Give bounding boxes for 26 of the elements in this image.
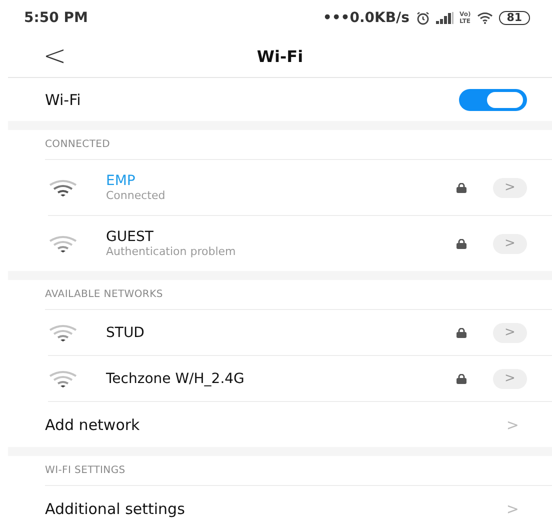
- wifi-signal-icon: [48, 234, 78, 252]
- section-header: WI-FI SETTINGS: [45, 465, 126, 476]
- section-header: CONNECTED: [45, 139, 110, 150]
- network-status: Connected: [106, 189, 166, 202]
- setting-label: Wi-Fi: [45, 90, 82, 108]
- network-speed: •••0.0KB/s: [322, 10, 410, 26]
- page-title: Wi-Fi: [256, 46, 304, 66]
- wifi-status-icon: [476, 12, 493, 24]
- chevron-icon: >: [506, 500, 519, 518]
- menu-item[interactable]: Additional settings: [45, 500, 506, 518]
- wifi-signal-icon: [48, 370, 78, 388]
- cell-signal-icon: [436, 12, 454, 24]
- menu-item[interactable]: Add network: [45, 416, 506, 434]
- clock-time: 5:50 PM: [24, 10, 88, 26]
- wifi-signal-icon: [48, 324, 78, 342]
- network-name[interactable]: Techzone W/H_2.4G: [106, 370, 456, 386]
- section-header: AVAILABLE NETWORKS: [45, 289, 163, 300]
- network-name[interactable]: GUEST: [106, 229, 456, 245]
- chevron-icon: >: [506, 416, 519, 434]
- alarm-clock-icon: [416, 10, 430, 24]
- back-button[interactable]: <: [43, 42, 66, 70]
- battery-indicator: 81: [498, 10, 530, 24]
- wifi-signal-icon: [48, 178, 78, 196]
- wifi-toggle[interactable]: [459, 88, 527, 110]
- network-status: Authentication problem: [106, 245, 237, 258]
- network-name[interactable]: STUD: [106, 324, 456, 340]
